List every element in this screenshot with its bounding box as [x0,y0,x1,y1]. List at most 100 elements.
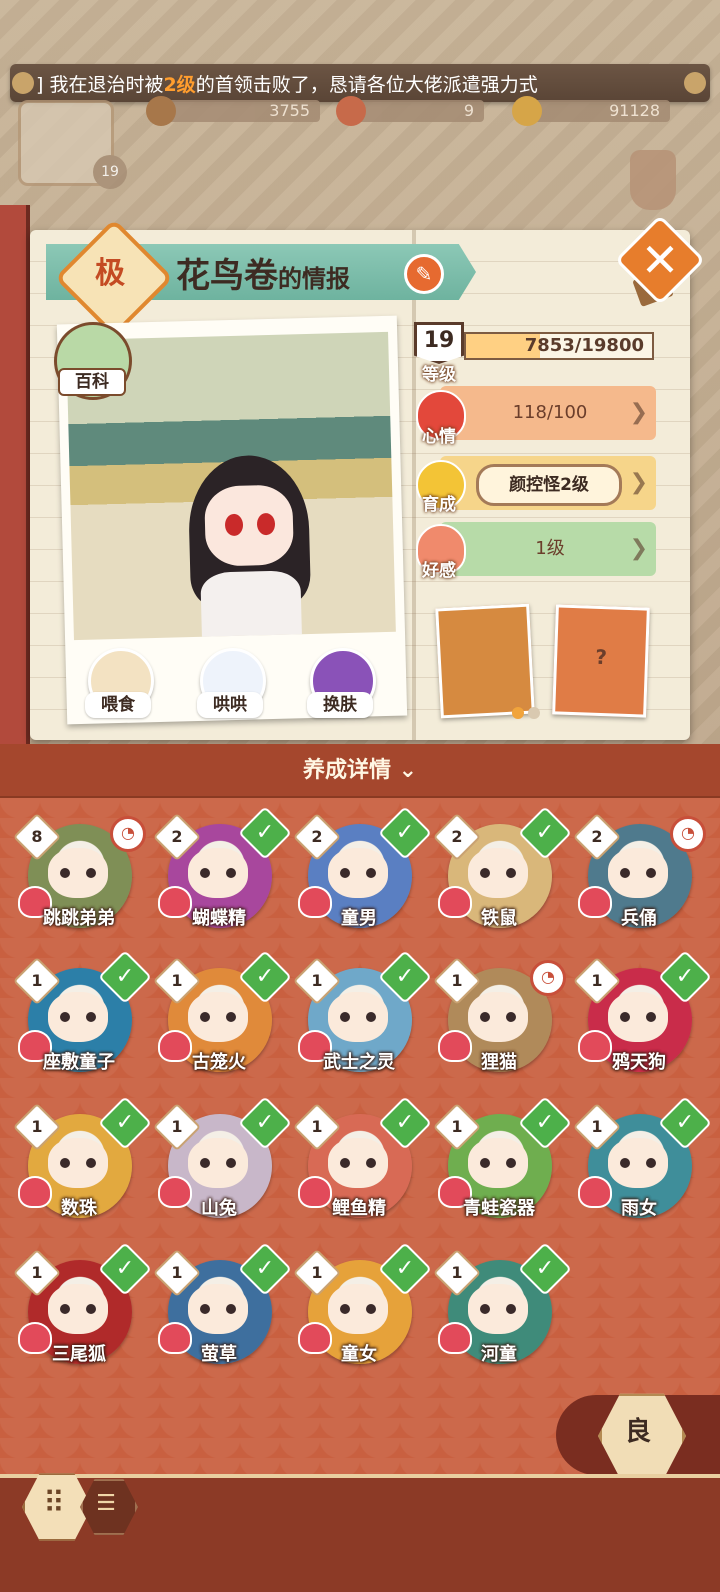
check-icon: ✓ [395,820,415,845]
shikigami-name: 狸猫 [481,1052,517,1073]
shikigami-eye [200,1012,210,1022]
level-label: 等级 [422,365,456,385]
shikigami-eye [366,1304,376,1314]
shikigami-item[interactable]: 1 ✓ 古笼火 [152,950,292,1098]
shikigami-eye [366,1012,376,1022]
encyclopedia-label[interactable]: 百科 [58,368,126,396]
shikigami-item[interactable]: 1 ✓ 武士之灵 [292,950,432,1098]
shikigami-eye [86,1012,96,1022]
shikigami-face [468,1138,528,1188]
shikigami-item[interactable]: 1 ✓ 三尾狐 [12,1242,152,1390]
shikigami-eye [200,1158,210,1168]
shikigami-eye [340,1012,350,1022]
shikigami-name: 数珠 [61,1198,97,1219]
shikigami-level: 2 [451,827,463,846]
shikigami-item[interactable]: 1 ✓ 数珠 [12,1096,152,1244]
shikigami-level: 1 [31,971,43,990]
title-suffix: 的情报 [278,265,350,293]
check-icon: ✓ [395,1256,415,1281]
shikigami-face [188,992,248,1042]
close-icon[interactable]: ✕ [628,228,692,292]
feed-button[interactable]: 喂食 [85,692,151,718]
shikigami-eye [60,1012,70,1022]
shikigami-eye [480,1158,490,1168]
character-face [204,484,295,567]
affinity-label: 好感 [422,561,456,581]
shikigami-item[interactable]: 8 ◔ 跳跳弟弟 [12,812,146,954]
carousel-dot-active[interactable] [512,707,524,719]
shikigami-item[interactable]: 2 ✓ 铁鼠 [432,806,572,954]
shikigami-eye [620,868,630,878]
mystery-card[interactable]: ? [552,604,650,718]
shikigami-item[interactable]: 1 ✓ 萤草 [152,1242,292,1390]
notice-bar[interactable]: ] 我在退治时被 2级 的首领击败了，恳请各位大佬派遣强力式 [10,64,710,102]
shikigami-item[interactable]: 1 ✓ 河童 [432,1242,572,1390]
shikigami-item[interactable]: 2 ✓ 童男 [292,806,432,954]
shikigami-eye [480,868,490,878]
rank-label[interactable]: 良 [598,1392,678,1472]
shikigami-name: 鸦天狗 [612,1052,666,1073]
shikigami-level: 1 [591,971,603,990]
shikigami-name: 童女 [341,1344,377,1365]
list-view-icon[interactable]: ☰ [80,1478,132,1530]
shikigami-face [468,1284,528,1334]
shikigami-eye [86,868,96,878]
check-icon: ✓ [395,1110,415,1135]
change-skin-button[interactable]: 换肤 [307,692,373,718]
shikigami-name: 三尾狐 [52,1344,106,1365]
shikigami-item[interactable]: 2 ✓ 蝴蝶精 [152,806,292,954]
food-card[interactable] [435,603,535,719]
shikigami-eye [646,1012,656,1022]
notice-text-prefix: ] 我在退治时被 [36,73,164,96]
shikigami-name: 雨女 [621,1198,657,1219]
shikigami-item[interactable]: 1 ✓ 雨女 [572,1096,712,1244]
shikigami-name: 河童 [481,1344,517,1365]
shikigami-item[interactable]: 1 ✓ 鸦天狗 [572,950,712,1098]
mood-bar[interactable]: 118/100 ❯ [440,386,656,440]
shikigami-eye [226,1304,236,1314]
shikigami-face [328,848,388,898]
check-icon: ✓ [675,1110,695,1135]
bell-icon[interactable] [630,150,676,210]
lock-icon: ◔ [541,967,555,986]
nurture-value: 颜控怪2级 [476,464,622,506]
shikigami-item[interactable]: 1 ✓ 座敷童子 [12,950,152,1098]
shikigami-item[interactable]: 1 ◔ 狸猫 [432,956,566,1098]
shikigami-eye [86,1158,96,1168]
shikigami-face [48,1284,108,1334]
shikigami-item[interactable]: 1 ✓ 鲤鱼精 [292,1096,432,1244]
shikigami-face [328,1284,388,1334]
shikigami-item[interactable]: 1 ✓ 青蛙瓷器 [432,1096,572,1244]
resource-bar: 3755 9 91128 [0,96,720,128]
check-icon: ✓ [675,964,695,989]
shikigami-eye [366,1158,376,1168]
shikigami-eye [480,1304,490,1314]
double-chevron-down-icon: ⌄ [398,758,418,783]
question-icon: ? [594,644,608,670]
shikigami-eye [226,1012,236,1022]
shikigami-eye [646,1158,656,1168]
affinity-bar[interactable]: 1级 ❯ [440,522,656,576]
shikigami-face [48,848,108,898]
shikigami-name: 铁鼠 [481,908,517,929]
player-level: 19 [93,155,127,189]
shikigami-item[interactable]: 2 ◔ 兵俑 [572,812,706,954]
shikigami-name: 花鸟卷 [176,256,278,296]
chevron-right-icon: ❯ [629,470,648,495]
flower-icon [684,72,706,94]
shikigami-item[interactable]: 1 ✓ 山兔 [152,1096,292,1244]
pencil-icon[interactable]: ✎ [404,254,444,294]
shikigami-eye [506,868,516,878]
food-icon [146,96,176,126]
nurture-bar[interactable]: 颜控怪2级 ❯ [440,456,656,510]
shikigami-item[interactable]: 1 ✓ 童女 [292,1242,432,1390]
detail-title[interactable]: 养成详情 ⌄ [0,752,720,784]
shikigami-eye [366,868,376,878]
check-icon: ✓ [535,1110,555,1135]
coax-button[interactable]: 哄哄 [197,692,263,718]
grid-view-icon[interactable]: ⠿ [22,1472,86,1536]
carousel-dot[interactable] [528,707,540,719]
check-icon: ✓ [255,1256,275,1281]
shikigami-name: 鲤鱼精 [332,1198,386,1219]
shikigami-name: 童男 [341,908,377,929]
